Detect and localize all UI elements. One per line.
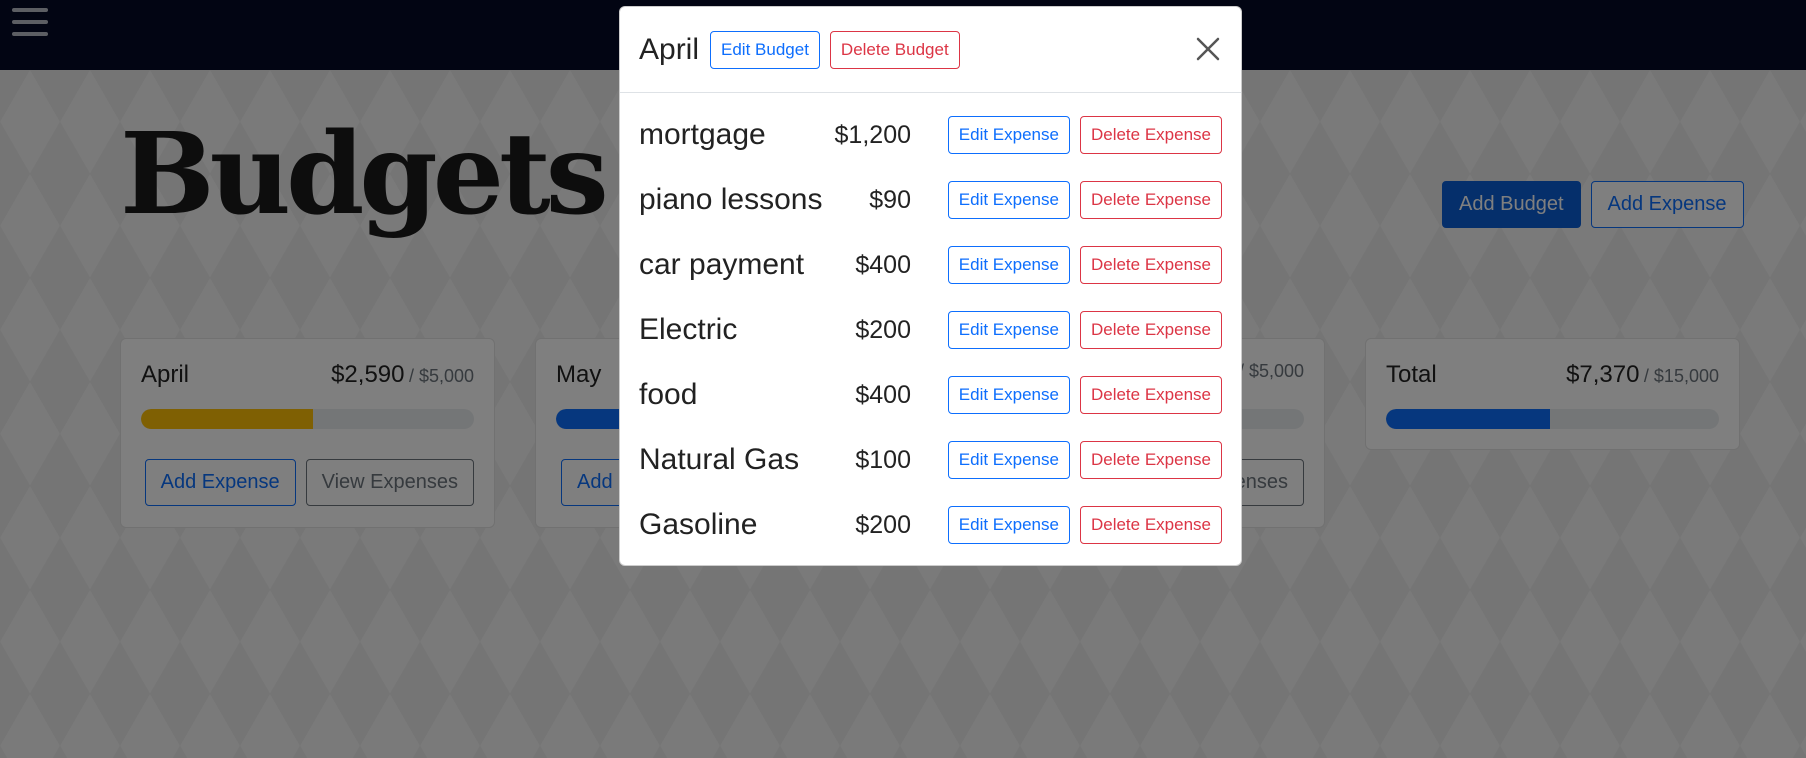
expense-row: car payment $400 Edit Expense Delete Exp… bbox=[620, 232, 1241, 297]
edit-expense-button[interactable]: Edit Expense bbox=[947, 116, 1070, 154]
expense-amount: $200 bbox=[855, 511, 911, 539]
delete-expense-button[interactable]: Delete Expense bbox=[1079, 311, 1222, 349]
delete-budget-button[interactable]: Delete Budget bbox=[829, 30, 960, 69]
expense-row: mortgage $1,200 Edit Expense Delete Expe… bbox=[620, 102, 1241, 167]
delete-expense-button[interactable]: Delete Expense bbox=[1079, 506, 1222, 544]
expense-amount: $100 bbox=[855, 446, 911, 474]
edit-expense-button[interactable]: Edit Expense bbox=[947, 376, 1070, 414]
expense-amount: $200 bbox=[855, 316, 911, 344]
expense-amount: $400 bbox=[855, 381, 911, 409]
delete-expense-button[interactable]: Delete Expense bbox=[1079, 246, 1222, 284]
delete-expense-button[interactable]: Delete Expense bbox=[1079, 376, 1222, 414]
view-expenses-modal: April Edit Budget Delete Budget mortgage… bbox=[619, 6, 1242, 566]
close-icon[interactable] bbox=[1193, 34, 1223, 64]
expense-row: Natural Gas $100 Edit Expense Delete Exp… bbox=[620, 427, 1241, 492]
expense-amount: $1,200 bbox=[834, 121, 911, 149]
expense-name: food bbox=[639, 378, 698, 411]
edit-expense-button[interactable]: Edit Expense bbox=[947, 311, 1070, 349]
edit-expense-button[interactable]: Edit Expense bbox=[947, 506, 1070, 544]
delete-expense-button[interactable]: Delete Expense bbox=[1079, 441, 1222, 479]
expense-row: Electric $200 Edit Expense Delete Expens… bbox=[620, 297, 1241, 362]
edit-budget-button[interactable]: Edit Budget bbox=[710, 30, 820, 69]
expense-name: Gasoline bbox=[639, 508, 758, 541]
expense-name: Natural Gas bbox=[639, 443, 800, 476]
expense-name: piano lessons bbox=[639, 183, 823, 216]
edit-expense-button[interactable]: Edit Expense bbox=[947, 441, 1070, 479]
edit-expense-button[interactable]: Edit Expense bbox=[947, 181, 1070, 219]
expense-amount: $400 bbox=[855, 251, 911, 279]
delete-expense-button[interactable]: Delete Expense bbox=[1079, 181, 1222, 219]
expense-name: car payment bbox=[639, 248, 805, 281]
edit-expense-button[interactable]: Edit Expense bbox=[947, 246, 1070, 284]
expense-name: Electric bbox=[639, 313, 738, 346]
expense-name: mortgage bbox=[639, 118, 766, 151]
modal-header: April Edit Budget Delete Budget bbox=[620, 7, 1241, 93]
expense-row: food $400 Edit Expense Delete Expense bbox=[620, 362, 1241, 427]
expense-row: piano lessons $90 Edit Expense Delete Ex… bbox=[620, 167, 1241, 232]
delete-expense-button[interactable]: Delete Expense bbox=[1079, 116, 1222, 154]
expense-amount: $90 bbox=[869, 186, 911, 214]
modal-title: April bbox=[639, 32, 700, 66]
expense-row: Gasoline $200 Edit Expense Delete Expens… bbox=[620, 492, 1241, 557]
expense-list: mortgage $1,200 Edit Expense Delete Expe… bbox=[620, 93, 1241, 557]
